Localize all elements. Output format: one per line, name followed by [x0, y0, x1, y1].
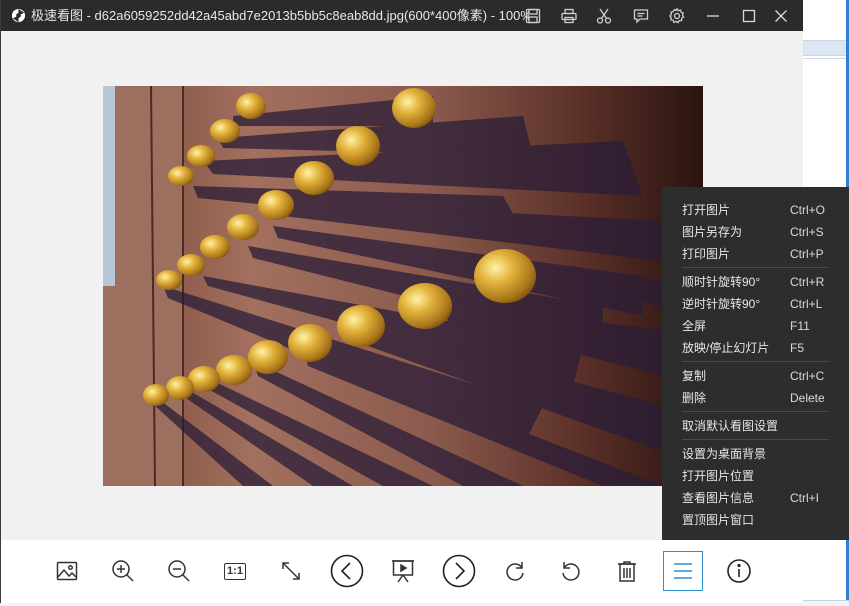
menu-item-pin-window[interactable]: 置顶图片窗口 [662, 509, 849, 531]
save-icon [525, 8, 541, 24]
app-logo-icon [11, 8, 26, 23]
info-icon [727, 559, 751, 583]
menu-item-shortcut: F11 [790, 319, 810, 333]
context-menu: 打开图片 Ctrl+O 图片另存为 Ctrl+S 打印图片 Ctrl+P 顺时针… [662, 187, 849, 540]
next-icon [442, 554, 476, 588]
gear-icon [668, 7, 685, 24]
print-icon [561, 8, 577, 24]
menu-item-rotate-clockwise[interactable]: 顺时针旋转90° Ctrl+R [662, 271, 849, 293]
menu-item-label: 打开图片 [682, 203, 731, 217]
minimize-button[interactable] [702, 5, 724, 27]
menu-item-print[interactable]: 打印图片 Ctrl+P [662, 243, 849, 265]
menu-separator [682, 411, 829, 412]
close-button[interactable] [770, 5, 792, 27]
delete-icon [618, 561, 636, 582]
menu-item-shortcut: Ctrl+P [790, 247, 824, 261]
menu-item-shortcut: Ctrl+S [790, 225, 824, 239]
delete-button[interactable] [607, 551, 647, 591]
menu-item-shortcut: Ctrl+I [790, 491, 820, 505]
menu-separator [682, 361, 829, 362]
menu-item-shortcut: Ctrl+C [790, 369, 825, 383]
maximize-icon [742, 9, 756, 23]
fit-window-icon [282, 562, 300, 580]
next-image-button[interactable] [439, 551, 479, 591]
menu-item-open-image[interactable]: 打开图片 Ctrl+O [662, 199, 849, 221]
settings-button[interactable] [666, 5, 688, 27]
zoom-in-icon [112, 560, 134, 582]
menu-item-shortcut: Ctrl+L [790, 297, 823, 311]
fit-window-button[interactable] [271, 551, 311, 591]
title-bar[interactable]: 极速看图 - d62a6059252dd42a45abd7e2013b5bb5c… [1, 0, 803, 31]
slideshow-button[interactable] [383, 551, 423, 591]
window-title: 极速看图 - d62a6059252dd42a45abd7e2013b5bb5c… [31, 8, 529, 23]
menu-item-label: 设置为桌面背景 [682, 447, 767, 461]
menu-item-label: 打开图片位置 [682, 469, 755, 483]
slideshow-icon [392, 560, 414, 583]
rotate-clockwise-button[interactable] [495, 551, 535, 591]
comment-button[interactable] [630, 5, 652, 27]
minimize-icon [707, 15, 719, 17]
menu-item-set-wallpaper[interactable]: 设置为桌面背景 [662, 443, 849, 465]
menu-item-label: 打印图片 [682, 247, 731, 261]
previous-image-button[interactable] [327, 551, 367, 591]
background-window-divider [802, 58, 849, 59]
menu-item-label: 放映/停止幻灯片 [682, 341, 770, 355]
menu-item-cancel-default-viewer[interactable]: 取消默认看图设置 [662, 415, 849, 437]
menu-item-label: 全屏 [682, 319, 707, 333]
menu-item-label: 图片另存为 [682, 225, 743, 239]
menu-icon [674, 563, 692, 579]
menu-item-label: 查看图片信息 [682, 491, 755, 505]
menu-item-shortcut: F5 [790, 341, 805, 355]
menu-item-save-as[interactable]: 图片另存为 Ctrl+S [662, 221, 849, 243]
menu-item-delete[interactable]: 删除 Delete [662, 387, 849, 409]
actual-size-label: 1:1 [224, 562, 246, 580]
menu-item-rotate-counterclockwise[interactable]: 逆时针旋转90° Ctrl+L [662, 293, 849, 315]
menu-separator [682, 439, 829, 440]
menu-item-copy[interactable]: 复制 Ctrl+C [662, 365, 849, 387]
menu-item-label: 取消默认看图设置 [682, 419, 779, 433]
image-icon [56, 561, 78, 581]
comment-icon [633, 9, 649, 24]
menu-separator [682, 267, 829, 268]
actual-size-button[interactable]: 1:1 [215, 551, 255, 591]
image-info-button[interactable] [719, 551, 759, 591]
cut-button[interactable] [593, 5, 615, 27]
zoom-in-button[interactable] [103, 551, 143, 591]
menu-button[interactable] [663, 551, 703, 591]
menu-item-image-info[interactable]: 查看图片信息 Ctrl+I [662, 487, 849, 509]
menu-item-label: 顺时针旋转90° [682, 275, 761, 289]
maximize-button[interactable] [738, 5, 760, 27]
scissors-icon [596, 8, 612, 24]
menu-item-shortcut: Ctrl+R [790, 275, 825, 289]
menu-item-open-location[interactable]: 打开图片位置 [662, 465, 849, 487]
menu-item-fullscreen[interactable]: 全屏 F11 [662, 315, 849, 337]
menu-item-label: 置顶图片窗口 [682, 513, 755, 527]
open-image-button[interactable] [47, 551, 87, 591]
save-button[interactable] [522, 5, 544, 27]
rotate-clockwise-icon [506, 562, 524, 581]
menu-item-shortcut: Ctrl+O [790, 203, 826, 217]
rotate-counterclockwise-button[interactable] [551, 551, 591, 591]
previous-icon [330, 554, 364, 588]
close-icon [775, 10, 787, 22]
menu-item-label: 删除 [682, 391, 707, 405]
print-button[interactable] [558, 5, 580, 27]
menu-item-label: 逆时针旋转90° [682, 297, 761, 311]
menu-item-label: 复制 [682, 369, 707, 383]
zoom-out-button[interactable] [159, 551, 199, 591]
rotate-counterclockwise-icon [562, 562, 580, 581]
menu-item-slideshow[interactable]: 放映/停止幻灯片 F5 [662, 337, 849, 359]
bottom-toolbar: 1:1 [1, 540, 803, 603]
menu-item-shortcut: Delete [790, 391, 825, 405]
displayed-photo[interactable] [103, 86, 703, 486]
background-window-header [802, 40, 849, 56]
zoom-out-icon [168, 560, 190, 582]
